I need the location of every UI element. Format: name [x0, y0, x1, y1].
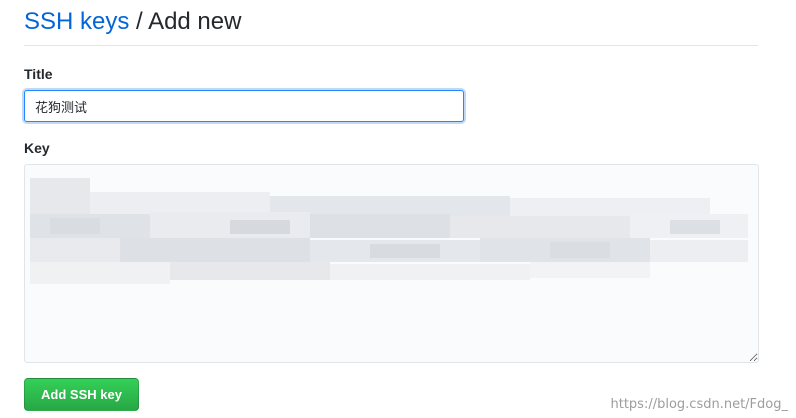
breadcrumb-separator: / [136, 8, 143, 35]
current-page-label: Add new [148, 8, 242, 35]
title-label: Title [24, 66, 53, 82]
ssh-keys-link[interactable]: SSH keys [24, 8, 129, 35]
key-textarea[interactable] [24, 164, 759, 363]
page-header: SSH keys / Add new [24, 6, 758, 46]
title-input[interactable] [24, 90, 464, 122]
watermark: https://blog.csdn.net/Fdog_ [610, 397, 789, 412]
key-label: Key [24, 140, 50, 156]
add-ssh-key-button[interactable]: Add SSH key [24, 378, 139, 411]
page-title: SSH keys / Add new [24, 6, 758, 38]
